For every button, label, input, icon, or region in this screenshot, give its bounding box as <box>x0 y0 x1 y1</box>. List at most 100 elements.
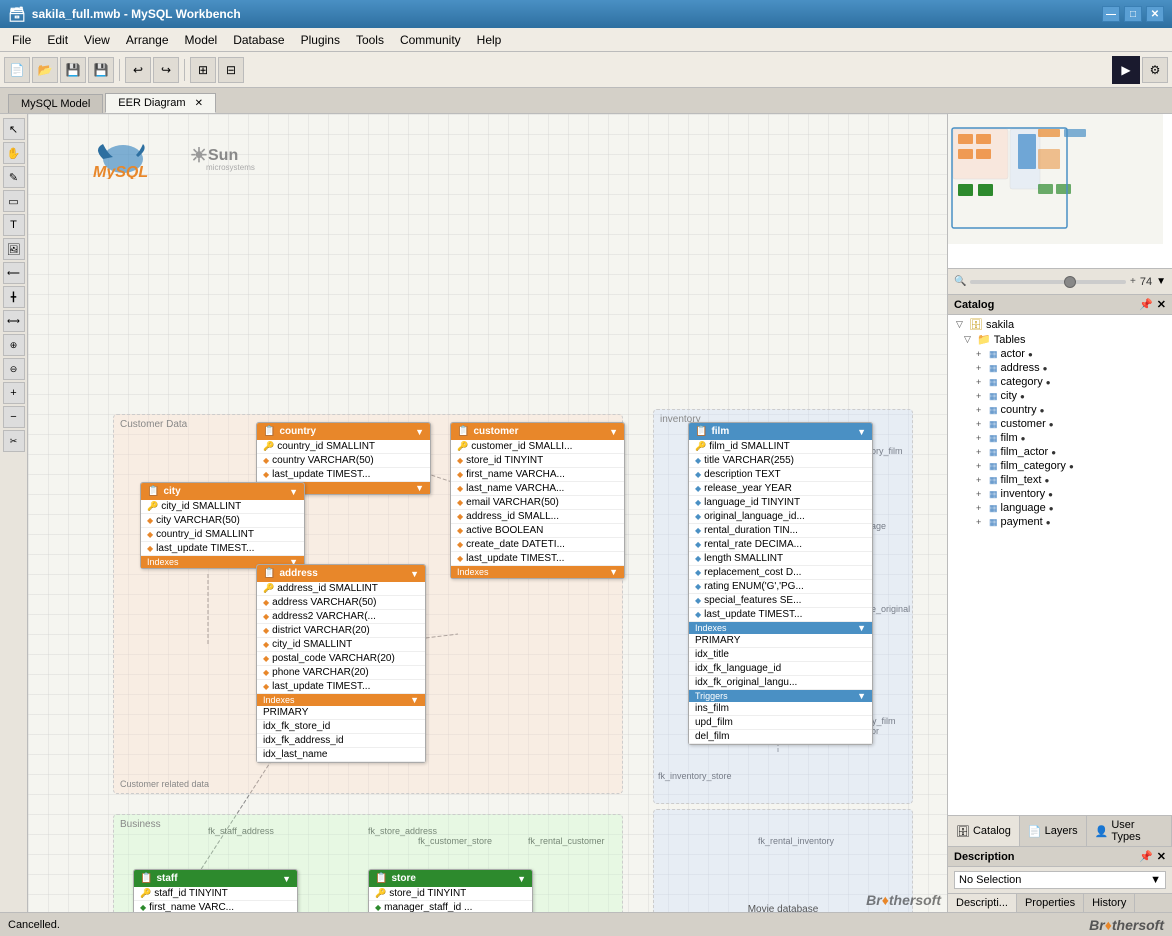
no-selection-dropdown[interactable]: No Selection ▼ <box>954 871 1166 889</box>
tree-item-address[interactable]: + ▦ address ● <box>948 361 1172 375</box>
tree-item-inventory[interactable]: + ▦ inventory ● <box>948 487 1172 501</box>
minimize-button[interactable]: — <box>1102 6 1120 22</box>
table-staff[interactable]: 📋 staff ▼ 🔑staff_id TINYINT ◆first_name … <box>133 869 298 912</box>
tree-item-category[interactable]: + ▦ category ● <box>948 375 1172 389</box>
menu-plugins[interactable]: Plugins <box>293 31 348 49</box>
menu-view[interactable]: View <box>76 31 118 49</box>
redo-button[interactable]: ↪ <box>153 57 179 83</box>
menu-arrange[interactable]: Arrange <box>118 31 177 49</box>
dropdown-icon[interactable]: ▼ <box>517 874 526 884</box>
movie-db-label: Movie database <box>748 904 819 912</box>
table-address-header: 📋 address ▼ <box>257 565 425 582</box>
table-film[interactable]: 📋 film ▼ 🔑film_id SMALLINT ◆title VARCHA… <box>688 422 873 745</box>
save2-button[interactable]: 💾 <box>88 57 114 83</box>
diagram-area[interactable]: fk_staff_address fk_store_address fk_cus… <box>28 114 947 912</box>
catalog-panel: ▽ 🗄 sakila ▽ 📁 Tables + ▦ actor ● <box>948 315 1172 815</box>
new-button[interactable]: 📄 <box>4 57 30 83</box>
desc-pin-icon[interactable]: 📌 <box>1139 850 1153 863</box>
table-customer[interactable]: 📋 customer ▼ 🔑customer_id SMALLI... ◆sto… <box>450 422 625 579</box>
dropdown-icon[interactable]: ▼ <box>609 427 618 437</box>
rect-tool[interactable]: ▭ <box>3 190 25 212</box>
desc-close-icon[interactable]: ✕ <box>1157 850 1166 863</box>
catalog-pin-icon[interactable]: 📌 <box>1139 298 1153 311</box>
dropdown-icon[interactable]: ▼ <box>857 427 866 437</box>
tree-item-film[interactable]: + ▦ film ● <box>948 431 1172 445</box>
bottom-tab-description[interactable]: Descripti... <box>948 894 1017 912</box>
catalog-controls: 📌 ✕ <box>1139 298 1166 311</box>
catalog-tab-catalog[interactable]: 🗄 Catalog <box>948 816 1020 846</box>
debug-button[interactable]: ▶ <box>1112 56 1140 84</box>
zoom-out-tool[interactable]: − <box>3 406 25 428</box>
table-payment-label: payment <box>1001 516 1043 528</box>
row-film-update: ◆last_update TIMEST... <box>689 608 872 622</box>
image-tool[interactable]: 🖼 <box>3 238 25 260</box>
tree-item-city[interactable]: + ▦ city ● <box>948 389 1172 403</box>
row-idx-store: idx_fk_store_id <box>257 720 425 734</box>
tab-close-icon[interactable]: ✕ <box>195 98 203 109</box>
conn3-tool[interactable]: ⟷ <box>3 310 25 332</box>
tree-item-actor[interactable]: + ▦ actor ● <box>948 347 1172 361</box>
dropdown-icon[interactable]: ▼ <box>410 569 419 579</box>
dropdown-icon[interactable]: ▼ <box>282 874 291 884</box>
table-address[interactable]: 📋 address ▼ 🔑address_id SMALLINT ◆addres… <box>256 564 426 763</box>
undo-button[interactable]: ↩ <box>125 57 151 83</box>
menu-edit[interactable]: Edit <box>39 31 76 49</box>
conn2-tool[interactable]: ╋ <box>3 286 25 308</box>
description-panel: Description 📌 ✕ No Selection ▼ <box>948 847 1172 893</box>
conn5-tool[interactable]: ⊖ <box>3 358 25 380</box>
pencil-tool[interactable]: ✎ <box>3 166 25 188</box>
tree-item-customer[interactable]: + ▦ customer ● <box>948 417 1172 431</box>
select-tool[interactable]: ↖ <box>3 118 25 140</box>
tab-eer-diagram[interactable]: EER Diagram ✕ <box>105 93 216 113</box>
bottom-tab-properties[interactable]: Properties <box>1017 894 1084 912</box>
menu-tools[interactable]: Tools <box>348 31 392 49</box>
catalog-close-icon[interactable]: ✕ <box>1157 298 1166 311</box>
zoom-in-icon[interactable]: + <box>1130 276 1136 287</box>
tree-item-language[interactable]: + ▦ language ● <box>948 501 1172 515</box>
catalog-tab-user-types[interactable]: 👤 User Types <box>1087 816 1172 846</box>
dropdown-icon[interactable]: ▼ <box>415 427 424 437</box>
tab-mysql-model[interactable]: MySQL Model <box>8 94 103 113</box>
dropdown-icon[interactable]: ▼ <box>289 487 298 497</box>
catalog-tree: ▽ 🗄 sakila ▽ 📁 Tables + ▦ actor ● <box>948 315 1172 531</box>
zoom-out-icon[interactable]: 🔍 <box>954 276 966 287</box>
tree-item-film-category[interactable]: + ▦ film_category ● <box>948 459 1172 473</box>
eraser-tool[interactable]: ✂ <box>3 430 25 452</box>
tab-mysql-model-label: MySQL Model <box>21 98 90 110</box>
menu-help[interactable]: Help <box>469 31 510 49</box>
tree-item-country[interactable]: + ▦ country ● <box>948 403 1172 417</box>
tree-item-schema[interactable]: ▽ 🗄 sakila <box>948 317 1172 332</box>
bottom-tab-history[interactable]: History <box>1084 894 1135 912</box>
catalog-tab-layers[interactable]: 📄 Layers <box>1020 816 1087 846</box>
tree-item-tables-folder[interactable]: ▽ 📁 Tables <box>948 332 1172 347</box>
window-controls: — □ ✕ <box>1102 6 1164 22</box>
zoom-dropdown[interactable]: ▼ <box>1156 276 1166 287</box>
menu-model[interactable]: Model <box>177 31 226 49</box>
text-tool[interactable]: T <box>3 214 25 236</box>
table-store[interactable]: 📋 store ▼ 🔑store_id TINYINT ◆manager_sta… <box>368 869 533 912</box>
open-button[interactable]: 📂 <box>32 57 58 83</box>
toggle1-button[interactable]: ⊞ <box>190 57 216 83</box>
conn1-tool[interactable]: ⟵ <box>3 262 25 284</box>
menu-database[interactable]: Database <box>225 31 292 49</box>
menu-community[interactable]: Community <box>392 31 469 49</box>
zoom-slider[interactable] <box>970 280 1126 284</box>
tree-item-film-actor[interactable]: + ▦ film_actor ● <box>948 445 1172 459</box>
tree-item-payment[interactable]: + ▦ payment ● <box>948 515 1172 529</box>
zoom-in-tool[interactable]: + <box>3 382 25 404</box>
svg-text:Sun: Sun <box>208 147 238 164</box>
table-city[interactable]: 📋 city ▼ 🔑city_id SMALLINT ◆city VARCHAR… <box>140 482 305 569</box>
hand-tool[interactable]: ✋ <box>3 142 25 164</box>
save-button[interactable]: 💾 <box>60 57 86 83</box>
conn4-tool[interactable]: ⊕ <box>3 334 25 356</box>
row-city-name: ◆city VARCHAR(50) <box>141 514 304 528</box>
row-district: ◆district VARCHAR(20) <box>257 624 425 638</box>
row-upd-film: upd_film <box>689 716 872 730</box>
menu-file[interactable]: File <box>4 31 39 49</box>
close-button[interactable]: ✕ <box>1146 6 1164 22</box>
toggle2-button[interactable]: ⊟ <box>218 57 244 83</box>
settings-button[interactable]: ⚙ <box>1142 57 1168 83</box>
catalog-tab-icon: 🗄 <box>956 825 970 838</box>
tree-item-film-text[interactable]: + ▦ film_text ● <box>948 473 1172 487</box>
maximize-button[interactable]: □ <box>1124 6 1142 22</box>
